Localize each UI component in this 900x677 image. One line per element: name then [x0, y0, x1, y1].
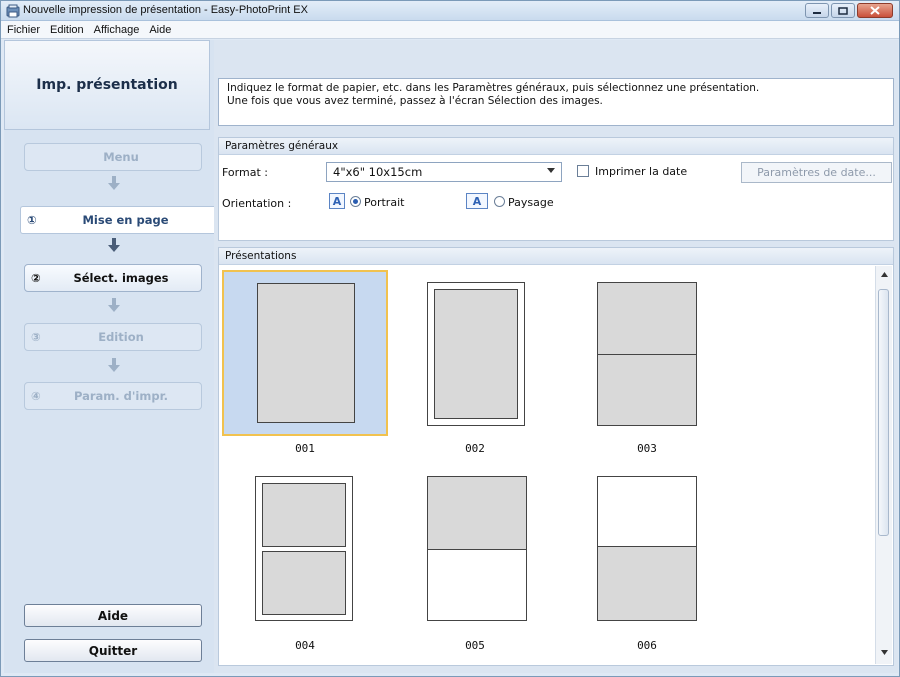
layout-photo [257, 283, 355, 423]
step-number: ④ [31, 389, 41, 403]
minimize-icon [813, 11, 821, 14]
layout-photo [427, 476, 527, 550]
menu-affichage[interactable]: Affichage [94, 24, 140, 36]
layout-caption: 003 [637, 442, 657, 455]
nav-step-print-settings[interactable]: ④ Param. d'impr. [24, 382, 202, 410]
menu-bar: Fichier Edition Affichage Aide [1, 21, 899, 39]
scroll-up-icon[interactable] [881, 272, 888, 277]
nav-step-select-images[interactable]: ② Sélect. images [24, 264, 202, 292]
step-label: Mise en page [82, 213, 169, 227]
portrait-label: Portrait [364, 196, 405, 209]
layout-caption: 005 [465, 639, 485, 652]
layout-caption: 004 [295, 639, 315, 652]
close-button[interactable] [857, 3, 893, 18]
step-label: Edition [98, 330, 144, 344]
maximize-icon [838, 6, 848, 15]
navigation-panel [4, 40, 214, 673]
nav-step-edit[interactable]: ③ Edition [24, 323, 202, 351]
menu-edition[interactable]: Edition [50, 24, 84, 36]
step-number: ② [31, 271, 41, 285]
layouts-title: Présentations [219, 248, 893, 265]
layout-photo [262, 483, 346, 547]
menu-fichier[interactable]: Fichier [7, 24, 40, 36]
chevron-down-icon [547, 168, 555, 173]
layout-004[interactable] [222, 462, 388, 628]
instructions-line-2: Une fois que vous avez terminé, passez à… [227, 95, 603, 107]
landscape-icon: A [466, 193, 488, 209]
arrow-down-icon [108, 298, 120, 312]
maximize-button[interactable] [831, 3, 855, 18]
layout-002[interactable] [392, 270, 558, 436]
arrow-down-icon [108, 176, 120, 190]
portrait-radio[interactable] [350, 196, 361, 207]
step-number: ③ [31, 330, 41, 344]
layout-caption: 001 [295, 442, 315, 455]
layout-001[interactable] [222, 270, 388, 436]
minimize-button[interactable] [805, 3, 829, 18]
arrow-down-icon [108, 238, 120, 252]
nav-step-menu[interactable]: Menu [24, 143, 202, 171]
layout-photo [597, 546, 697, 621]
instructions-line-1: Indiquez le format de papier, etc. dans … [227, 82, 760, 94]
menu-aide[interactable]: Aide [149, 24, 171, 36]
format-select[interactable]: 4"x6" 10x15cm [326, 162, 562, 182]
nav-header: Imp. présentation [4, 40, 210, 130]
instructions-box: Indiquez le format de papier, etc. dans … [218, 78, 894, 126]
help-button[interactable]: Aide [24, 604, 202, 627]
step-number: ① [27, 213, 37, 227]
print-date-checkbox[interactable] [577, 165, 589, 177]
date-settings-button[interactable]: Paramètres de date... [741, 162, 892, 183]
layout-005[interactable] [392, 462, 558, 628]
step-label: Menu [103, 150, 139, 164]
general-settings-title: Paramètres généraux [219, 138, 893, 155]
close-icon [870, 6, 880, 15]
layout-photo [597, 282, 697, 355]
arrow-down-icon [108, 358, 120, 372]
print-date-label: Imprimer la date [595, 165, 688, 178]
scroll-thumb[interactable] [878, 289, 889, 536]
format-value: 4"x6" 10x15cm [333, 165, 423, 179]
step-label: Param. d'impr. [74, 389, 168, 403]
orientation-label: Orientation : [222, 197, 292, 210]
scroll-down-icon[interactable] [881, 650, 888, 655]
step-label: Sélect. images [73, 271, 169, 285]
general-settings-group: Paramètres généraux [218, 137, 894, 241]
quit-button[interactable]: Quitter [24, 639, 202, 662]
format-label: Format : [222, 166, 268, 179]
layout-caption: 006 [637, 639, 657, 652]
layout-caption: 002 [465, 442, 485, 455]
app-icon [6, 4, 20, 18]
portrait-icon: A [329, 193, 345, 209]
layout-003[interactable] [564, 270, 730, 436]
window-title: Nouvelle impression de présentation - Ea… [23, 4, 308, 16]
layout-photo [262, 551, 346, 615]
landscape-radio[interactable] [494, 196, 505, 207]
layout-006[interactable] [564, 462, 730, 628]
layout-photo [597, 354, 697, 426]
layout-photo [434, 289, 518, 419]
title-bar: Nouvelle impression de présentation - Ea… [1, 1, 899, 21]
landscape-label: Paysage [508, 196, 554, 209]
nav-step-layout[interactable]: ① Mise en page [20, 206, 214, 234]
